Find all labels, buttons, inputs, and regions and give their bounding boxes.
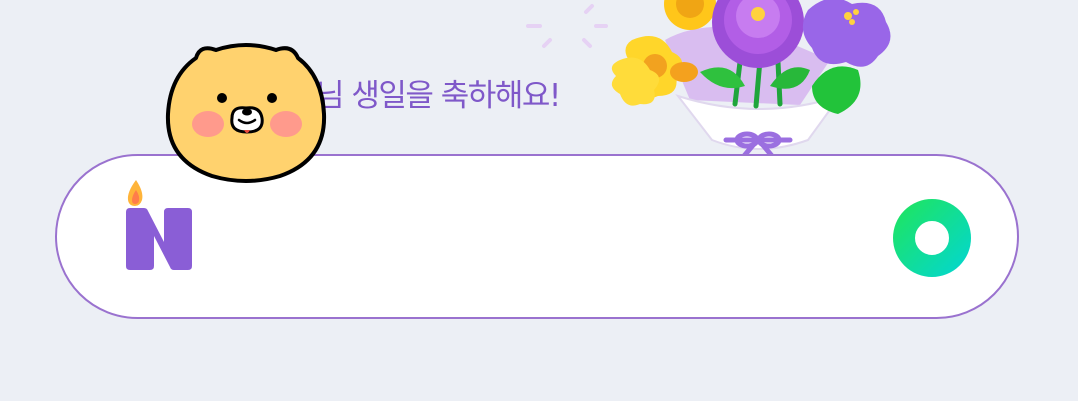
birthday-search-page: 님 생일을 축하해요! (0, 0, 1078, 401)
choonsik-character-icon (165, 43, 327, 183)
search-input[interactable] (277, 206, 881, 268)
green-ring-search-icon[interactable] (890, 196, 974, 280)
birthday-greeting: 님 생일을 축하해요! (316, 78, 561, 114)
naver-birthday-candle-logo-icon[interactable] (120, 176, 196, 276)
flower-bouquet-icon (526, 0, 891, 159)
